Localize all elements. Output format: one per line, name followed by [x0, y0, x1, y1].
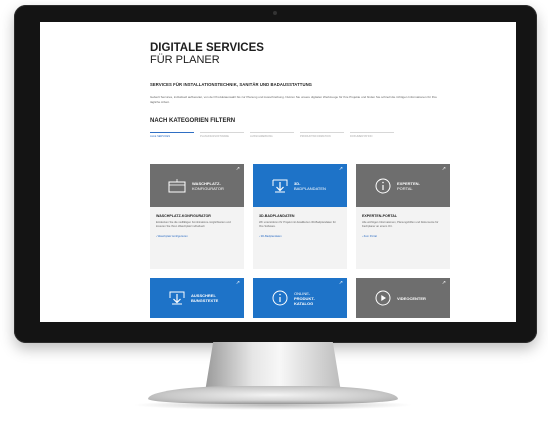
monitor-stand-neck — [205, 342, 341, 392]
card-header-label: EXPERTEN- PORTAL — [397, 180, 420, 191]
info-icon — [272, 290, 288, 306]
category-tabs: ALLE SERVICES PLANUNGSSOFTWARE AUSSCHREI… — [150, 132, 450, 138]
service-card[interactable]: ↗ ONLINE- PRODUKT-KATALOG — [253, 278, 347, 318]
card-body: 3D-BADPLANDATEN Wir unterstützen Ihr Pro… — [253, 207, 347, 269]
download-icon — [169, 291, 185, 305]
tab-all-services[interactable]: ALLE SERVICES — [150, 132, 194, 138]
tab-documentation[interactable]: DOKUMENTATION — [350, 132, 394, 138]
tab-tender[interactable]: AUSSCHREIBUNG — [250, 132, 294, 138]
expand-icon: ↗ — [338, 280, 343, 286]
card-body: EXPERTEN-PORTAL Alle wichtigen Informati… — [356, 207, 450, 269]
card-header-label: ONLINE- PRODUKT-KATALOG — [294, 290, 315, 306]
card-text: Alle wichtigen Informationen, Planungshi… — [362, 221, 439, 229]
expand-icon: ↗ — [441, 166, 446, 172]
service-card[interactable]: ↗ AUSSCHREI- BUNGSTEXTE — [150, 278, 244, 318]
card-title: 3D-BADPLANDATEN — [259, 214, 295, 218]
card-body: WASCHPLATZ-KONFIGURATOR Entdecken Sie di… — [150, 207, 244, 269]
service-card[interactable]: ↗ 3D- BADPLANDATEN 3D-BADPLANDATEN Wir u… — [253, 164, 347, 269]
monitor: DIGITALE SERVICES FÜR PLANER SERVICES FÜ… — [14, 5, 537, 343]
service-card[interactable]: ↗ EXPERTEN- PORTAL EXPERTEN-PORTAL Alle … — [356, 164, 450, 269]
expand-icon: ↗ — [235, 280, 240, 286]
card-text: Entdecken Sie die vielfältigen Kombinati… — [156, 221, 231, 229]
play-icon — [375, 290, 391, 306]
card-header[interactable]: ↗ WASCHPLATZ- KONFIGURATOR — [150, 164, 244, 207]
card-link[interactable]: › Zum Portal — [362, 235, 444, 238]
tab-planning-software[interactable]: PLANUNGSSOFTWARE — [200, 132, 244, 138]
card-header[interactable]: ↗ EXPERTEN- PORTAL — [356, 164, 450, 207]
tab-product-info[interactable]: PRODUKTINFORMATION — [300, 132, 344, 138]
stand-shadow — [132, 400, 414, 410]
camera-dot — [273, 11, 277, 15]
section-heading: SERVICES FÜR INSTALLATIONSTECHNIK, SANIT… — [150, 82, 313, 87]
card-header-label: WASCHPLATZ- KONFIGURATOR — [192, 180, 224, 191]
card-text: Wir unterstützen Ihr Projekt mit detaill… — [259, 221, 336, 229]
page-content: DIGITALE SERVICES FÜR PLANER SERVICES FÜ… — [150, 22, 450, 318]
page-title: DIGITALE SERVICES — [150, 42, 264, 54]
monitor-chin — [14, 327, 537, 343]
expand-icon: ↗ — [441, 280, 446, 286]
page-subtitle: FÜR PLANER — [150, 54, 220, 66]
info-icon — [375, 178, 391, 193]
card-header-label: AUSSCHREI- BUNGSTEXTE — [191, 293, 219, 303]
card-header[interactable]: ↗ ONLINE- PRODUKT-KATALOG — [253, 278, 347, 318]
download-icon — [272, 179, 288, 192]
card-header[interactable]: ↗ VIDEOCENTER — [356, 278, 450, 318]
filter-heading: NACH KATEGORIEN FILTERN — [150, 118, 236, 125]
card-title: EXPERTEN-PORTAL — [362, 214, 398, 218]
card-header[interactable]: ↗ AUSSCHREI- BUNGSTEXTE — [150, 278, 244, 318]
card-title: WASCHPLATZ-KONFIGURATOR — [156, 214, 211, 218]
card-link[interactable]: › 3D-Badplandaten — [259, 235, 341, 238]
card-header-label: VIDEOCENTER — [397, 295, 426, 301]
card-header-label: 3D- BADPLANDATEN — [294, 180, 326, 191]
service-card[interactable]: ↗ WASCHPLATZ- KONFIGURATOR WASCHPLATZ-KO… — [150, 164, 244, 269]
screen: DIGITALE SERVICES FÜR PLANER SERVICES FÜ… — [40, 22, 516, 322]
intro-text: Geberit Services, individuell aufbereite… — [150, 95, 437, 104]
sink-icon — [168, 178, 186, 192]
expand-icon: ↗ — [338, 166, 343, 172]
expand-icon: ↗ — [235, 166, 240, 172]
card-header[interactable]: ↗ 3D- BADPLANDATEN — [253, 164, 347, 207]
service-card[interactable]: ↗ VIDEOCENTER — [356, 278, 450, 318]
card-link[interactable]: › Waschplatz konfigurieren — [156, 235, 238, 238]
